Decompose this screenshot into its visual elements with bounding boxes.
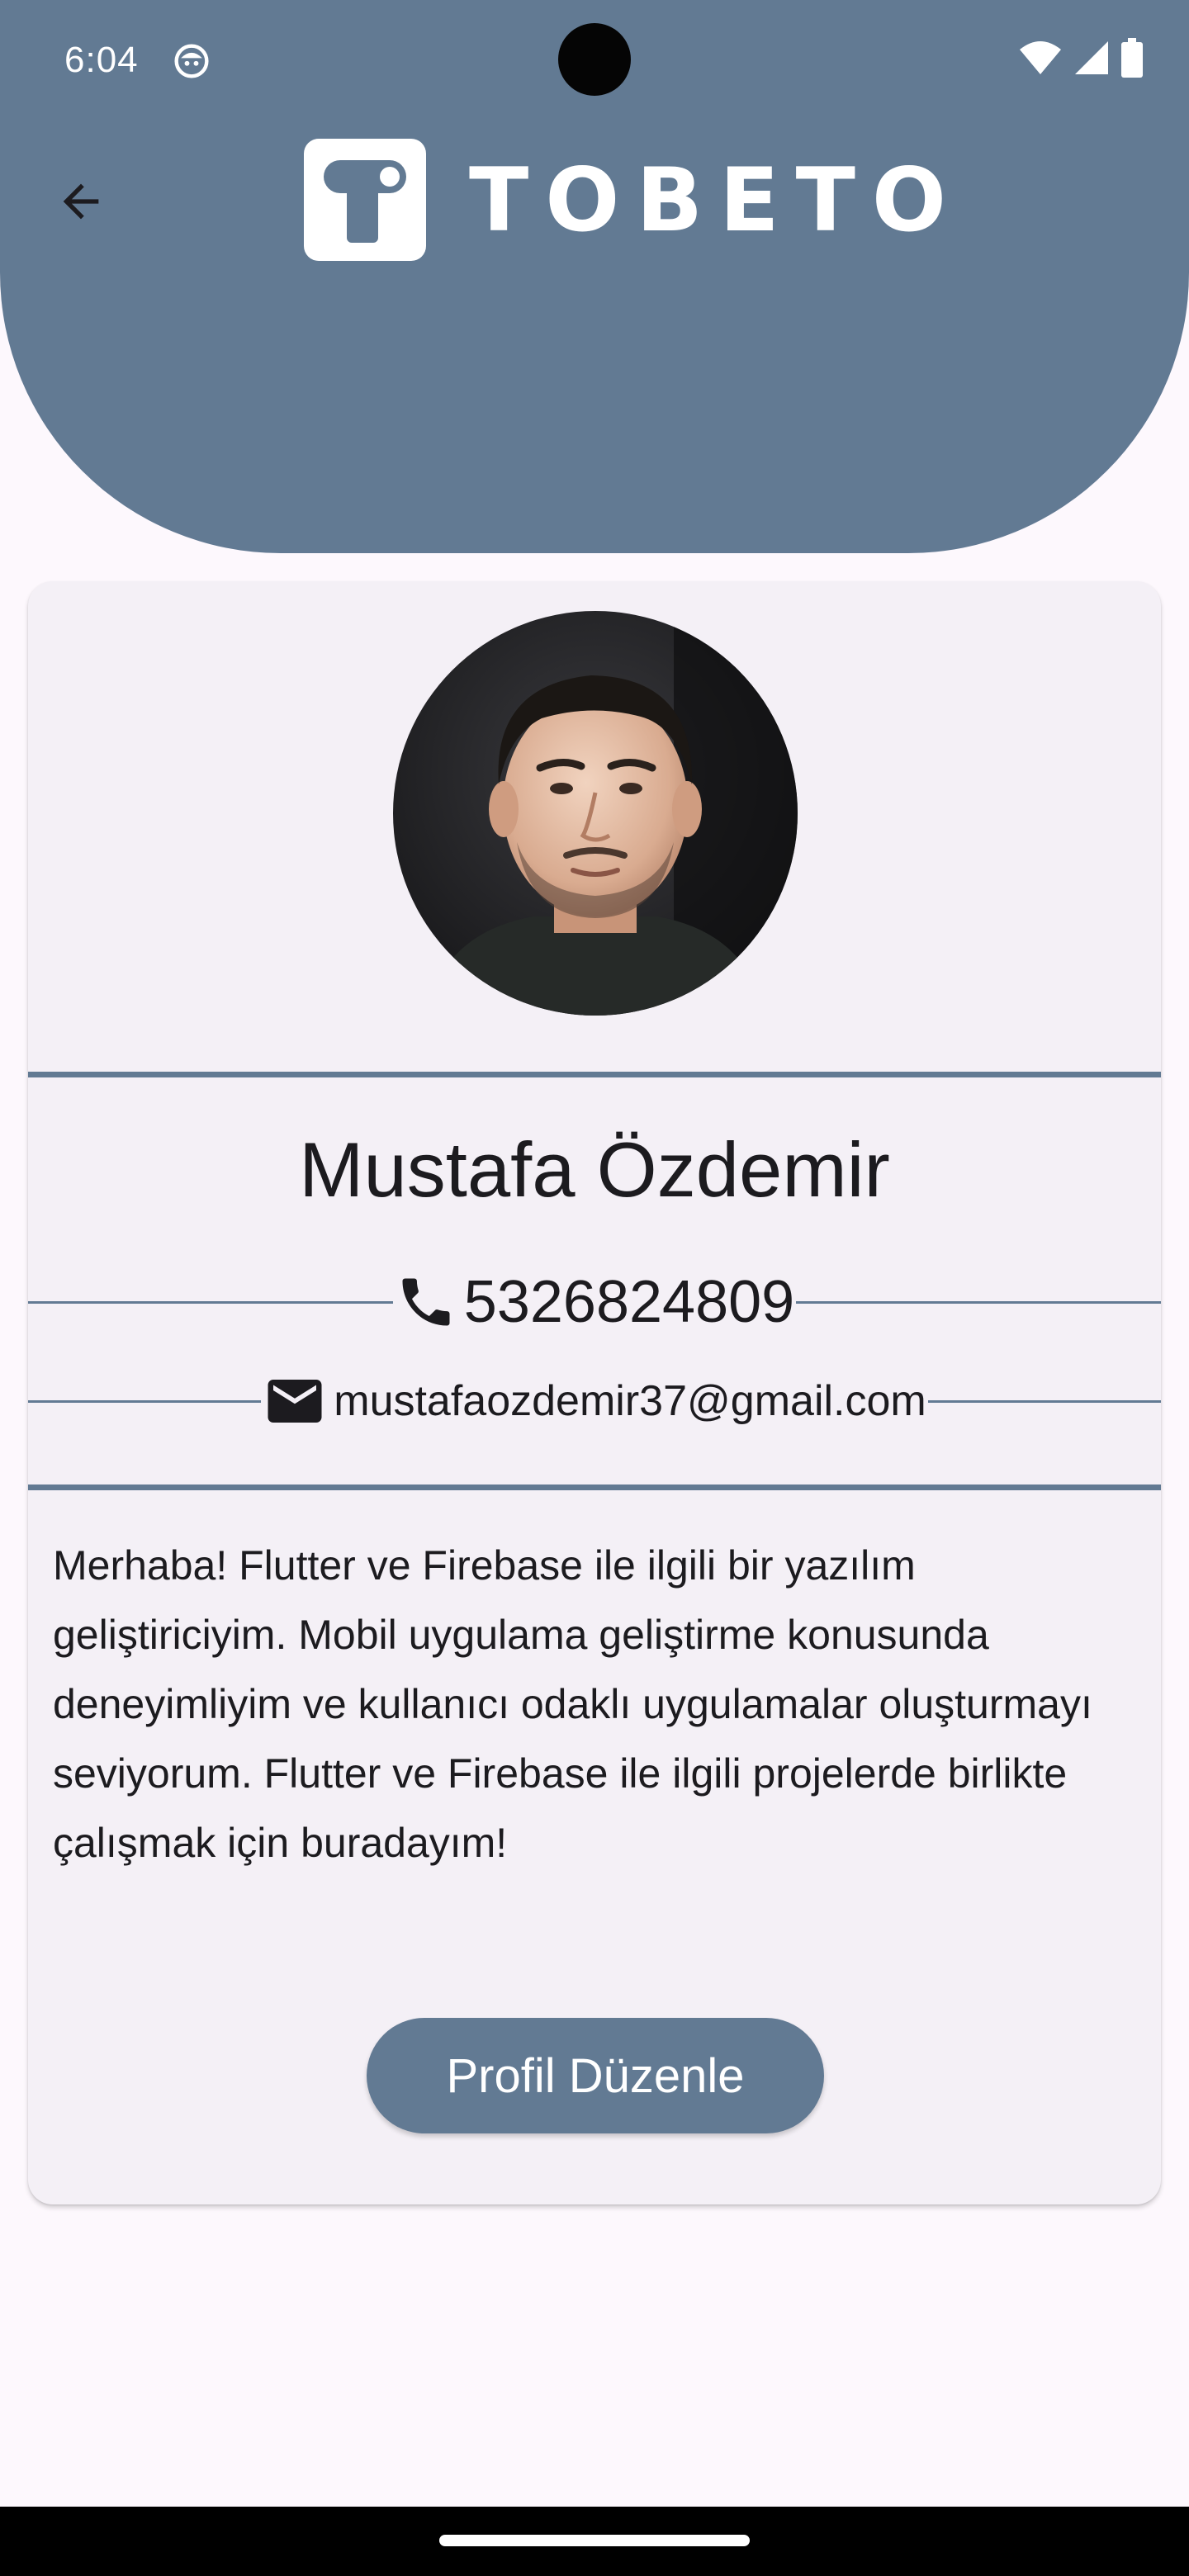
divider-bottom [28,1485,1161,1490]
phone-row: 5326824809 [28,1257,1161,1347]
profile-photo [393,611,798,1016]
email-line-right [927,1399,1161,1403]
mail-icon [268,1380,322,1423]
brand-name: TOBETO [469,149,964,251]
battery-icon [1121,38,1143,78]
phone-line-right [796,1300,1161,1304]
status-icons [1019,38,1143,78]
profile-name: Mustafa Özdemir [299,1126,890,1213]
phone-line-left [28,1300,393,1304]
divider-top [28,1072,1161,1077]
header-banner: 6:04 TOBETO [0,0,1189,553]
edit-profile-button[interactable]: Profil Düzenle [367,2018,824,2133]
profile-card: Mustafa Özdemir 5326824809 mustafaozdemi… [28,581,1161,2204]
back-button[interactable] [46,167,116,236]
status-notification-icon [174,44,209,78]
signal-icon [1075,41,1108,74]
front-camera [558,23,631,96]
status-time: 6:04 [64,40,139,80]
tobeto-logo-icon [304,139,426,261]
email-row: mustafaozdemir37@gmail.com [28,1364,1161,1438]
email-line-left [28,1399,262,1403]
phone-number: 5326824809 [463,1269,795,1335]
wifi-icon [1020,41,1061,74]
avatar [393,611,798,1016]
phone-icon [402,1278,450,1326]
home-gesture-handle[interactable] [439,2535,750,2546]
email-address: mustafaozdemir37@gmail.com [334,1377,926,1425]
profile-bio: Merhaba! Flutter ve Firebase ile ilgili … [53,1542,1092,1866]
arrow-back-icon [63,183,99,220]
